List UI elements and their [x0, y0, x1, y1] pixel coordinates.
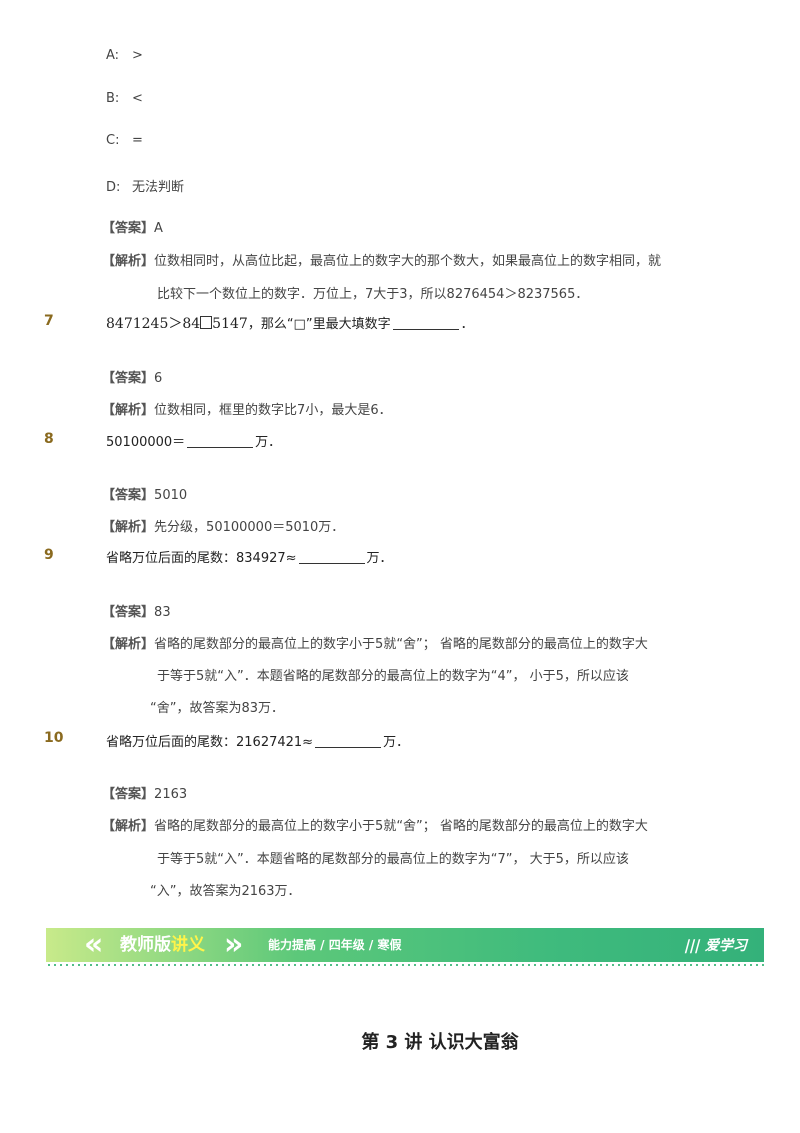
question-number-10: 10	[44, 730, 64, 746]
dotted-divider	[46, 964, 764, 966]
option-d: D: 无法判断	[106, 180, 185, 195]
q10-analysis-line-2: 于等于5就“入”．本题省略的尾数部分的最高位上的数字为“7”， 大于5，所以应该	[157, 852, 629, 867]
option-a: A: >	[106, 48, 143, 63]
question-8-text: 50100000＝ 万．	[106, 435, 282, 450]
q10-answer: 答案2163	[102, 783, 187, 802]
q8-analysis: 解析先分级，50100000＝5010万．	[102, 516, 344, 535]
answer-blank	[315, 735, 382, 748]
q7-analysis: 解析位数相同，框里的数字比7小，最大是6．	[102, 399, 392, 418]
double-chevron-left-icon: «	[84, 927, 104, 962]
footer-banner: « 教师版讲义 » 能力提高 / 四年级 / 寒假 ||| 爱学习	[46, 928, 764, 962]
option-b: B: <	[106, 91, 143, 106]
q6-answer: 答案A	[102, 217, 163, 236]
double-chevron-right-icon: »	[224, 927, 244, 962]
question-number-9: 9	[44, 547, 54, 563]
answer-blank	[392, 317, 459, 330]
q10-analysis-line-1: 解析省略的尾数部分的最高位上的数字小于5就“舍”； 省略的尾数部分的最高位上的数…	[102, 815, 648, 834]
question-7-text: 8471245＞84 5147，那么“□”里最大填数字．	[106, 316, 474, 332]
option-c: C: =	[106, 133, 143, 148]
q9-analysis-line-2: 于等于5就“入”．本题省略的尾数部分的最高位上的数字为“4”， 小于5，所以应该	[157, 669, 629, 684]
blank-box	[200, 316, 213, 329]
q10-analysis-line-3: “入”，故答案为2163万．	[150, 884, 301, 899]
q8-answer: 答案5010	[102, 484, 187, 503]
answer-blank	[298, 551, 365, 564]
question-number-7: 7	[44, 313, 54, 329]
q6-analysis-line-1: 解析位数相同时，从高位比起，最高位上的数字大的那个数大，如果最高位上的数字相同，…	[102, 250, 661, 269]
q7-answer: 答案6	[102, 367, 162, 386]
banner-title: 教师版讲义	[120, 935, 205, 955]
q6-analysis-line-2: 比较下一个数位上的数字．万位上，7大于3，所以8276454＞8237565．	[157, 287, 589, 302]
question-number-8: 8	[44, 431, 54, 447]
brand-logo-text: 爱学习	[703, 938, 751, 954]
answer-blank	[187, 435, 254, 448]
question-9-text: 省略万位后面的尾数：834927≈ 万．	[106, 551, 393, 566]
q9-analysis-line-1: 解析省略的尾数部分的最高位上的数字小于5就“舍”； 省略的尾数部分的最高位上的数…	[102, 633, 648, 652]
q9-analysis-line-3: “舍”，故答案为83万．	[150, 701, 285, 716]
book-stripes-icon: |||	[682, 938, 703, 954]
question-10-text: 省略万位后面的尾数：21627421≈ 万．	[106, 735, 410, 750]
brand-logo: ||| 爱学习	[683, 928, 754, 963]
banner-subtitle: 能力提高 / 四年级 / 寒假	[268, 938, 402, 952]
q9-answer: 答案83	[102, 601, 171, 620]
lecture-title: 第 3 讲 认识大富翁	[361, 1032, 519, 1053]
